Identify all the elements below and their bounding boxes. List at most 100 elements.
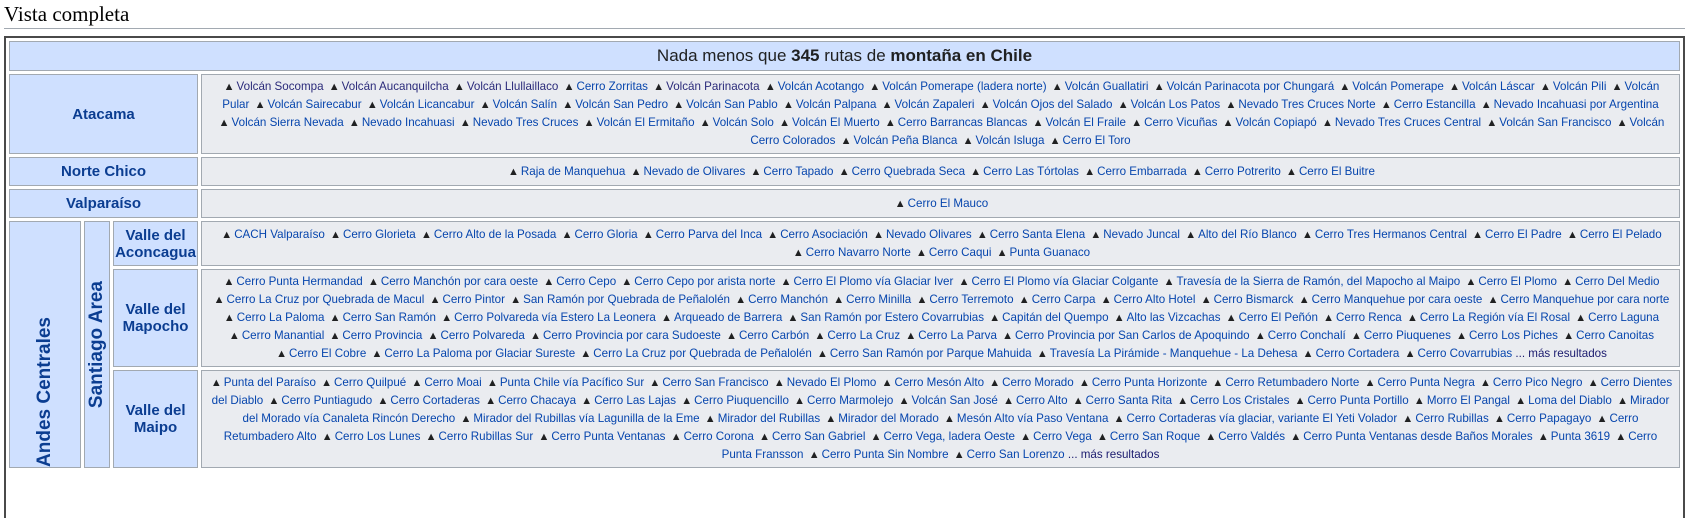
route-link[interactable]: Cerro Provincia por San Carlos de Apoqui… — [1015, 329, 1250, 342]
route-link[interactable]: Cerro Cepo por arista norte — [634, 275, 775, 288]
route-link[interactable]: Cerro El Peñón — [1239, 311, 1318, 324]
route-link[interactable]: Cerro Polvareda — [440, 329, 524, 342]
route-link[interactable]: Cerro Terremoto — [929, 293, 1013, 306]
route-link[interactable]: Volcán Licancabur — [380, 98, 475, 111]
route-link[interactable]: Cerro Parva del Inca — [656, 228, 762, 241]
route-link[interactable]: Cerro Renca — [1336, 311, 1402, 324]
route-link[interactable]: Volcán San Pablo — [686, 98, 778, 111]
route-link[interactable]: Cerro Mesón Alto — [894, 376, 984, 389]
route-link[interactable]: Nevado Incahuasi — [362, 116, 455, 129]
route-link[interactable]: Alto del Río Blanco — [1198, 228, 1297, 241]
group-central[interactable]: Andes Centrales — [9, 221, 81, 468]
route-link[interactable]: Volcán San Francisco — [1499, 116, 1611, 129]
route-link[interactable]: Cerro Minilla — [846, 293, 911, 306]
route-link[interactable]: Cerro Rubillas Sur — [439, 430, 534, 443]
route-link[interactable]: Mirador del Rubillas — [718, 412, 820, 425]
route-link[interactable]: Cerro El Plomo vía Glaciar Colgante — [971, 275, 1158, 288]
route-link[interactable]: Cerro Vega — [1033, 430, 1092, 443]
route-link[interactable]: Cerro El Padre — [1485, 228, 1562, 241]
route-link[interactable]: Cerro Punta Portillo — [1308, 394, 1409, 407]
route-link[interactable]: Volcán Ojos del Salado — [993, 98, 1113, 111]
route-link[interactable]: Cerro Gloria — [574, 228, 637, 241]
route-link[interactable]: Mirador del Morado — [838, 412, 939, 425]
route-link[interactable]: Volcán Láscar — [1462, 80, 1535, 93]
route-link[interactable]: Volcán Salín — [493, 98, 557, 111]
route-link[interactable]: Nevado Tres Cruces — [473, 116, 579, 129]
route-link[interactable]: Cerro Manchón — [748, 293, 828, 306]
route-link[interactable]: San Ramón por Quebrada de Peñalolén — [523, 293, 730, 306]
route-link[interactable]: Cerro San Ramón — [343, 311, 436, 324]
route-link[interactable]: Loma del Diablo — [1528, 394, 1612, 407]
route-link[interactable]: Cerro La Cruz — [827, 329, 900, 342]
route-link[interactable]: Nevado Incahuasi por Argentina — [1494, 98, 1659, 111]
route-link[interactable]: Cerro Valdés — [1218, 430, 1285, 443]
route-link[interactable]: Cerro Corona — [684, 430, 754, 443]
route-link[interactable]: Cerro Rubillas — [1415, 412, 1488, 425]
route-link[interactable]: Cerro Potrerito — [1205, 165, 1281, 178]
route-link[interactable]: Cerro Manchón por cara oeste — [381, 275, 538, 288]
route-link[interactable]: Cerro Pico Negro — [1493, 376, 1583, 389]
route-link[interactable]: Cerro Las Lajas — [594, 394, 676, 407]
route-link[interactable]: Cerro Asociación — [780, 228, 868, 241]
route-link[interactable]: Cerro Manquehue por cara norte — [1501, 293, 1670, 306]
route-link[interactable]: Volcán Pomerape (ladera norte) — [882, 80, 1046, 93]
route-link[interactable]: Cerro Moai — [424, 376, 481, 389]
route-link[interactable]: CACH Valparaíso — [234, 228, 325, 241]
route-link[interactable]: Cerro Punta Sin Nombre — [822, 448, 949, 461]
route-link[interactable]: Volcán Acotango — [778, 80, 864, 93]
route-link[interactable]: Cerro Piuquenes — [1364, 329, 1451, 342]
route-link[interactable]: Cerro Polvareda vía Estero La Leonera — [454, 311, 656, 324]
route-link[interactable]: Nevado Juncal — [1103, 228, 1180, 241]
route-link[interactable]: Cerro El Cobre — [289, 347, 366, 360]
route-link[interactable]: Cerro El Pelado — [1580, 228, 1662, 241]
route-link[interactable]: Cerro Punta Horizonte — [1092, 376, 1207, 389]
route-link[interactable]: Cerro La Región vía El Rosal — [1420, 311, 1570, 324]
route-link[interactable]: Cerro El Plomo — [1478, 275, 1557, 288]
route-link[interactable]: Cerro Piuquencillo — [694, 394, 789, 407]
route-link[interactable]: Cerro Cepo — [556, 275, 616, 288]
route-link[interactable]: Volcán Solo — [713, 116, 774, 129]
route-link[interactable]: Cerro Conchalí — [1268, 329, 1346, 342]
route-link[interactable]: Cerro Alto de la Posada — [434, 228, 556, 241]
route-link[interactable]: Volcán Sierra Nevada — [232, 116, 344, 129]
route-link[interactable]: Cerro Embarrada — [1097, 165, 1187, 178]
route-link[interactable]: Volcán Palpana — [796, 98, 877, 111]
route-link[interactable]: Travesía de la Sierra de Ramón, del Mapo… — [1176, 275, 1460, 288]
route-link[interactable]: Cerro Del Medio — [1575, 275, 1659, 288]
route-link[interactable]: Cerro Estancilla — [1394, 98, 1476, 111]
route-link[interactable]: Cerro Cortaderas — [390, 394, 480, 407]
route-link[interactable]: Cerro La Paloma por Glaciar Sureste — [384, 347, 575, 360]
route-link[interactable]: Cerro Punta Negra — [1377, 376, 1474, 389]
route-link[interactable]: Cerro Covarrubias — [1417, 347, 1512, 360]
route-link[interactable]: Volcán Parinacota por Chungará — [1167, 80, 1335, 93]
route-link[interactable]: Volcán Parinacota — [666, 80, 759, 93]
route-link[interactable]: Morro El Pangal — [1427, 394, 1510, 407]
route-link[interactable]: Nevado de Olivares — [643, 165, 745, 178]
route-link[interactable]: Volcán El Ermitaño — [597, 116, 695, 129]
route-link[interactable]: Cerro Los Piches — [1469, 329, 1558, 342]
route-link[interactable]: Cerro San Ramón por Parque Mahuida — [830, 347, 1032, 360]
route-link[interactable]: Cerro La Paloma — [237, 311, 325, 324]
route-link[interactable]: Cerro Alto — [1016, 394, 1068, 407]
route-link[interactable]: Cerro Las Tórtolas — [983, 165, 1079, 178]
route-link[interactable]: Cerro Punta Ventanas desde Baños Morales — [1303, 430, 1532, 443]
route-link[interactable]: Cerro Santa Elena — [990, 228, 1085, 241]
route-link[interactable]: Cerro San Francisco — [662, 376, 768, 389]
route-link[interactable]: Cerro Quebrada Seca — [852, 165, 965, 178]
route-link[interactable]: Cerro Santa Rita — [1086, 394, 1172, 407]
route-link[interactable]: Volcán El Muerto — [792, 116, 880, 129]
group-atacama[interactable]: Atacama — [9, 74, 198, 154]
route-link[interactable]: Volcán Pili — [1553, 80, 1607, 93]
route-link[interactable]: Raja de Manquehua — [521, 165, 625, 178]
route-link[interactable]: Volcán El Fraile — [1045, 116, 1126, 129]
route-link[interactable]: Cerro Puntiagudo — [281, 394, 372, 407]
route-link[interactable]: Cerro Provincia — [342, 329, 422, 342]
group-valparaiso[interactable]: Valparaíso — [9, 189, 198, 218]
route-link[interactable]: Cerro Los Cristales — [1190, 394, 1289, 407]
route-link[interactable]: Cerro Vega, ladera Oeste — [884, 430, 1015, 443]
route-link[interactable]: Alto las Vizcachas — [1127, 311, 1221, 324]
route-link[interactable]: Volcán Socompa — [237, 80, 324, 93]
route-link[interactable]: Cerro Carpa — [1032, 293, 1096, 306]
route-link[interactable]: Volcán San Pedro — [575, 98, 668, 111]
route-link[interactable]: Cerro El Toro — [1063, 134, 1131, 147]
